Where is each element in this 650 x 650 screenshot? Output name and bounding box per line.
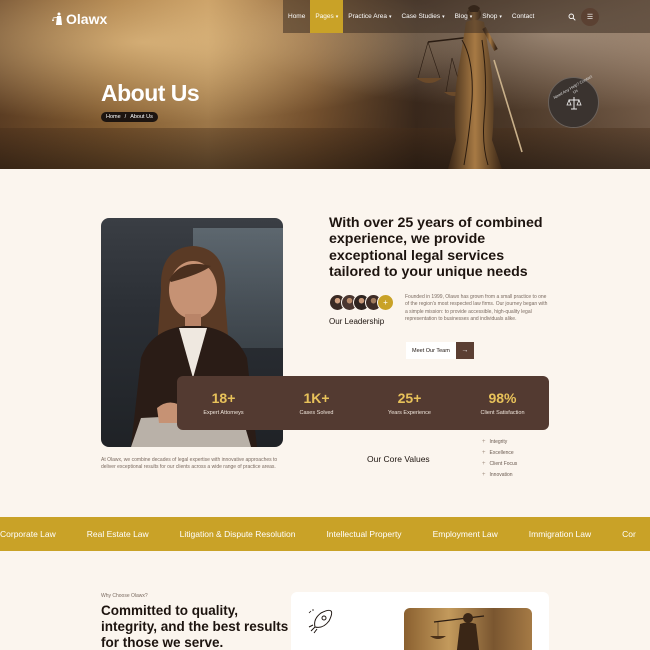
meet-our-team-button[interactable]: Meet Our Team → bbox=[406, 342, 474, 359]
justice-statue-image bbox=[404, 608, 532, 650]
brand-name: Olawx bbox=[66, 11, 108, 27]
stat-label: Expert Attorneys bbox=[203, 410, 244, 416]
search-icon[interactable] bbox=[568, 13, 576, 21]
stat-client-satisfaction: 98% Client Satisfaction bbox=[456, 376, 549, 430]
meet-our-team-label: Meet Our Team bbox=[406, 342, 456, 359]
core-values-list: + Integrity + Excellence + Client Focus + In… bbox=[482, 436, 517, 480]
marquee-item-corporate-law[interactable]: Corporate Law bbox=[0, 529, 56, 539]
statue-illustration bbox=[430, 613, 485, 650]
plus-icon: + bbox=[482, 471, 486, 478]
leadership-label: Our Leadership bbox=[329, 317, 385, 326]
nav-item-label: Practice Area bbox=[348, 13, 387, 20]
core-value-label: Innovation bbox=[489, 471, 513, 478]
core-value-item: + Excellence bbox=[482, 447, 517, 458]
chevron-down-icon: ▾ bbox=[469, 13, 473, 20]
nav-item-label: Case Studies bbox=[401, 13, 441, 20]
nav-item-label: Shop bbox=[482, 13, 498, 20]
hero-banner: Need Any Help? Contact Us Olawx Home Pag… bbox=[0, 0, 650, 169]
breadcrumb-separator: / bbox=[124, 114, 127, 120]
brand-logo[interactable]: Olawx bbox=[52, 11, 107, 27]
stat-label: Cases Solved bbox=[299, 410, 334, 416]
nav-item-blog[interactable]: Blog ▾ bbox=[450, 0, 478, 33]
chevron-down-icon: ▾ bbox=[335, 13, 339, 20]
stat-value: 25+ bbox=[397, 390, 422, 406]
page-title: About Us bbox=[101, 80, 200, 106]
stat-value: 18+ bbox=[211, 390, 236, 406]
nav-item-home[interactable]: Home bbox=[283, 0, 310, 33]
stat-years-experience: 25+ Years Experience bbox=[363, 376, 456, 430]
lady-justice-logo-icon bbox=[52, 12, 62, 25]
breadcrumb-current: About Us bbox=[130, 114, 153, 120]
stat-label: Client Satisfaction bbox=[480, 410, 525, 416]
plus-icon: + bbox=[482, 449, 486, 456]
core-value-item: + Innovation bbox=[482, 469, 517, 480]
core-values-title: Our Core Values bbox=[367, 454, 430, 464]
chevron-down-icon: ▾ bbox=[442, 13, 445, 20]
nav-item-practice-area[interactable]: Practice Area ▾ bbox=[343, 0, 396, 33]
core-value-label: Client Focus bbox=[489, 460, 518, 467]
marquee-item-intellectual-property[interactable]: Intellectual Property bbox=[326, 529, 401, 539]
plus-icon: + bbox=[383, 298, 388, 307]
breadcrumb: Home / About Us bbox=[101, 112, 158, 122]
plus-icon: + bbox=[482, 438, 486, 445]
nav-item-pages[interactable]: Pages ▾ bbox=[310, 0, 344, 33]
about-heading: With over 25 years of combined experienc… bbox=[329, 215, 543, 280]
nav-item-label: Pages bbox=[315, 13, 334, 20]
chevron-down-icon: ▾ bbox=[388, 13, 392, 20]
breadcrumb-home[interactable]: Home bbox=[106, 114, 121, 120]
avatar-more[interactable]: + bbox=[377, 294, 394, 311]
nav-item-contact[interactable]: Contact bbox=[507, 0, 539, 33]
nav-item-shop[interactable]: Shop ▾ bbox=[477, 0, 507, 33]
practice-areas-marquee: Corporate Law Real Estate Law Litigation… bbox=[0, 517, 650, 551]
intro-text: At Olawx, we combine decades of legal ex… bbox=[101, 457, 278, 470]
about-paragraph: Founded in 1999, Olawx has grown from a … bbox=[405, 294, 548, 322]
marquee-item-employment-law[interactable]: Employment Law bbox=[433, 529, 498, 539]
why-choose-label: Why Choose Olawx? bbox=[101, 593, 148, 599]
nav-item-case-studies[interactable]: Case Studies ▾ bbox=[396, 0, 449, 33]
leadership-avatars[interactable]: + bbox=[329, 294, 394, 311]
stat-value: 98% bbox=[488, 390, 517, 406]
arrow-right-icon: → bbox=[455, 342, 474, 359]
marquee-item-real-estate-law[interactable]: Real Estate Law bbox=[87, 529, 149, 539]
stat-label: Years Experience bbox=[388, 410, 431, 416]
rocket-icon bbox=[308, 609, 333, 634]
menu-button[interactable]: ☰ bbox=[581, 8, 599, 26]
core-value-label: Excellence bbox=[489, 449, 514, 456]
chevron-down-icon: ▾ bbox=[499, 13, 502, 20]
hero-background-shelf bbox=[0, 128, 650, 169]
stat-cases-solved: 1K+ Cases Solved bbox=[270, 376, 363, 430]
help-contact-stamp[interactable]: Need Any Help? Contact Us bbox=[548, 74, 599, 128]
nav-item-label: Home bbox=[288, 13, 306, 20]
stat-value: 1K+ bbox=[303, 390, 330, 406]
stats-bar: 18+ Expert Attorneys 1K+ Cases Solved 25… bbox=[177, 376, 549, 430]
core-value-item: + Client Focus bbox=[482, 458, 517, 469]
why-choose-heading: Committed to quality, integrity, and the… bbox=[101, 603, 289, 650]
menu-icon: ☰ bbox=[586, 14, 594, 21]
stat-expert-attorneys: 18+ Expert Attorneys bbox=[177, 376, 270, 430]
nav-item-label: Blog bbox=[454, 13, 468, 20]
nav-item-label: Contact bbox=[511, 13, 535, 20]
marquee-item-immigration-law[interactable]: Immigration Law bbox=[529, 529, 591, 539]
plus-icon: + bbox=[482, 460, 486, 467]
marquee-item-litigation[interactable]: Litigation & Dispute Resolution bbox=[180, 529, 296, 539]
core-value-item: + Integrity bbox=[482, 436, 517, 447]
marquee-item-partial[interactable]: Cor bbox=[622, 529, 636, 539]
core-value-label: Integrity bbox=[489, 438, 508, 445]
